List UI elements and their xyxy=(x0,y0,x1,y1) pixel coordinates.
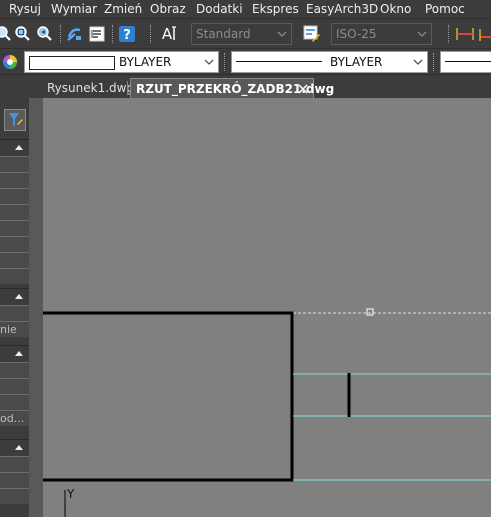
toolbar-grip[interactable] xyxy=(224,53,227,71)
tab-rysunek1[interactable]: Rysunek1.dwg xyxy=(42,78,139,99)
text-style-value: Standard xyxy=(196,27,251,41)
property-row[interactable] xyxy=(0,488,29,504)
property-row[interactable] xyxy=(0,394,29,410)
menu-easyarch3d[interactable]: EasyArch3D xyxy=(306,2,378,16)
property-row[interactable] xyxy=(0,268,29,284)
chevron-down-icon xyxy=(277,31,287,37)
palette-value-column xyxy=(29,98,43,517)
lineweight-select[interactable] xyxy=(440,51,491,73)
linear-dimension-icon[interactable] xyxy=(455,25,475,43)
toolbar-grip[interactable] xyxy=(433,53,436,71)
properties-palette: nie od... xyxy=(0,98,29,517)
property-row[interactable] xyxy=(0,220,29,236)
section-3d-header[interactable] xyxy=(0,288,29,306)
dimension-style-select[interactable]: ISO-25 xyxy=(331,23,432,45)
toolbar-grip[interactable] xyxy=(60,25,63,43)
linetype-select[interactable]: BYLAYER xyxy=(231,51,428,73)
toolbar-grip[interactable] xyxy=(448,25,451,43)
text-style-select[interactable]: Standard xyxy=(191,23,292,45)
collapse-arrow-icon xyxy=(15,351,23,356)
section-view-header[interactable] xyxy=(0,439,29,457)
property-row[interactable] xyxy=(0,252,29,268)
chevron-down-icon xyxy=(204,59,214,65)
tab-separator xyxy=(127,81,128,95)
menu-wymiar[interactable]: Wymiar xyxy=(51,2,97,16)
text-style-icon[interactable]: A xyxy=(160,24,178,42)
lineweight-preview xyxy=(445,61,491,62)
section-plot-header[interactable] xyxy=(0,345,29,363)
color-wheel-icon[interactable] xyxy=(1,53,19,71)
menu-pomoc[interactable]: Pomoc xyxy=(425,2,465,16)
color-swatch xyxy=(29,56,115,70)
zoom-window-icon[interactable] xyxy=(13,25,31,43)
collapse-arrow-icon xyxy=(15,145,23,150)
property-row[interactable] xyxy=(0,156,29,172)
collapse-arrow-icon xyxy=(15,445,23,450)
color-select[interactable]: BYLAYER xyxy=(24,51,219,73)
toolbar-grip[interactable] xyxy=(150,25,153,43)
property-label: nie xyxy=(0,323,17,336)
drawing-canvas[interactable]: Y xyxy=(43,98,491,517)
property-row[interactable] xyxy=(0,204,29,220)
toolbar-grip[interactable] xyxy=(112,25,115,43)
chevron-down-icon xyxy=(417,31,427,37)
menu-bar: Rysuj Wymiar Zmień Obraz Dodatki Ekspres… xyxy=(0,0,491,18)
property-row[interactable] xyxy=(0,236,29,252)
linetype-preview xyxy=(236,61,322,62)
chevron-down-icon xyxy=(413,59,423,65)
dimension-style-value: ISO-25 xyxy=(336,27,377,41)
property-row[interactable] xyxy=(0,456,29,472)
ucs-y-label: Y xyxy=(67,487,75,501)
menu-dodatki[interactable]: Dodatki xyxy=(196,2,243,16)
property-row[interactable]: nie xyxy=(0,321,29,337)
aligned-dimension-icon[interactable] xyxy=(478,25,491,43)
svg-text:?: ? xyxy=(123,28,131,43)
menu-okno[interactable]: Okno xyxy=(380,2,411,16)
property-row[interactable] xyxy=(0,172,29,188)
color-value: BYLAYER xyxy=(119,55,172,69)
collapse-arrow-icon xyxy=(15,294,23,299)
section-general-header[interactable] xyxy=(0,139,29,157)
document-tabs: Rysunek1.dwg RZUT_PRZEKRÓ_ZADB21.dwg xyxy=(0,74,491,99)
close-icon[interactable] xyxy=(298,84,308,94)
svg-text:A: A xyxy=(162,25,173,42)
property-row[interactable]: od... xyxy=(0,410,29,426)
property-row[interactable] xyxy=(0,362,29,378)
properties-toolbar: BYLAYER BYLAYER xyxy=(0,48,491,75)
property-row[interactable] xyxy=(0,472,29,488)
zoom-previous-icon[interactable] xyxy=(35,25,53,43)
quick-select-icon[interactable] xyxy=(4,109,26,131)
menu-obraz[interactable]: Obraz xyxy=(150,2,186,16)
property-row[interactable] xyxy=(0,378,29,394)
menu-zmien[interactable]: Zmień xyxy=(104,2,142,16)
standard-toolbar: ? A Standard ISO-25 xyxy=(0,18,491,49)
grip-handle[interactable] xyxy=(366,308,374,316)
match-properties-icon[interactable] xyxy=(66,25,84,43)
tab-rzut-przekro[interactable]: RZUT_PRZEKRÓ_ZADB21.dwg xyxy=(130,78,334,99)
drawing-geometry xyxy=(43,308,491,517)
properties-icon[interactable] xyxy=(88,25,106,43)
property-label: od... xyxy=(0,412,25,425)
dimension-style-icon[interactable] xyxy=(303,25,321,43)
menu-ekspres[interactable]: Ekspres xyxy=(252,2,299,16)
zoom-realtime-icon[interactable] xyxy=(0,25,12,43)
wall-outline[interactable] xyxy=(43,311,294,482)
tab-label: Rysunek1.dwg xyxy=(47,81,135,95)
menu-rysuj[interactable]: Rysuj xyxy=(9,2,41,16)
property-row[interactable] xyxy=(0,188,29,204)
linetype-value: BYLAYER xyxy=(330,55,383,69)
help-icon[interactable]: ? xyxy=(118,25,136,43)
property-row[interactable] xyxy=(0,305,29,321)
